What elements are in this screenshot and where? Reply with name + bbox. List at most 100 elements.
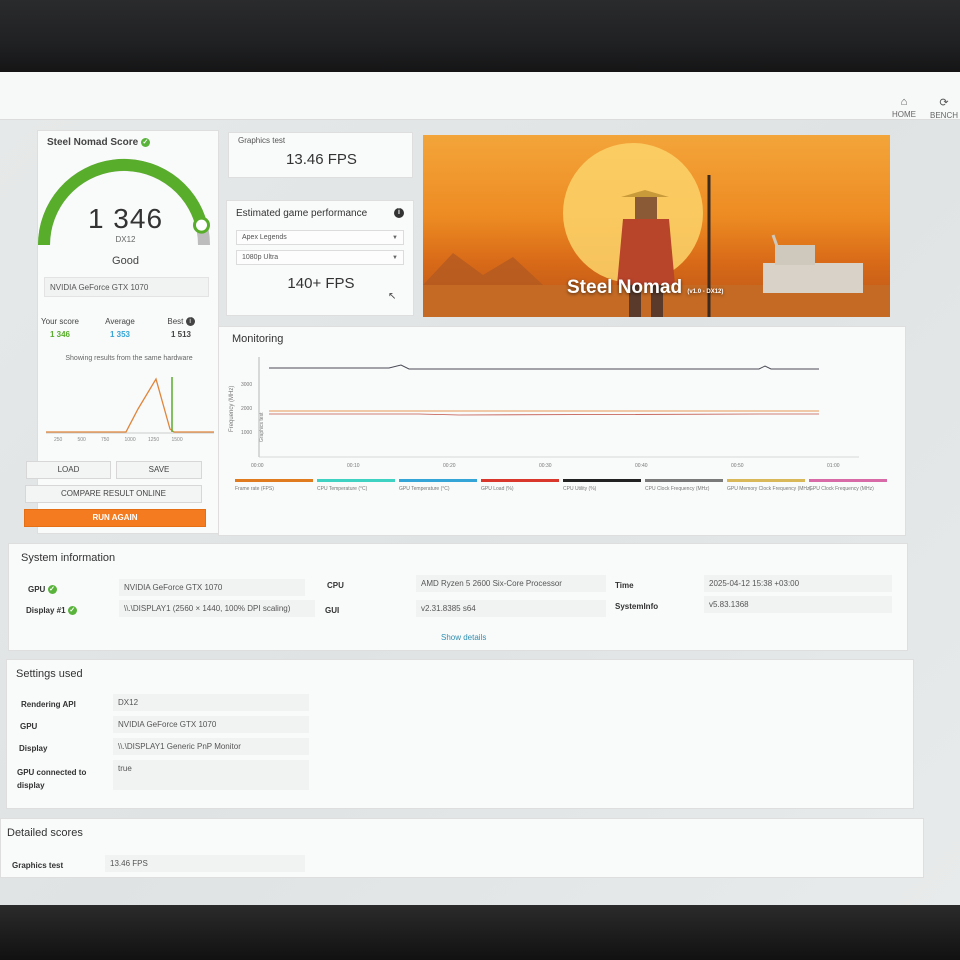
y-axis-sublabel: Graphics test (259, 412, 265, 442)
monitor-bezel-bottom (0, 905, 960, 960)
cpu-label: CPU (327, 581, 344, 590)
benchmarks-icon: ⟳ (939, 97, 949, 109)
hardware-name: NVIDIA GeForce GTX 1070 (44, 277, 209, 297)
x-tick-label: 00:40 (635, 463, 648, 469)
display-label: Display #1 ✓ (26, 606, 77, 616)
same-hardware-note: Showing results from the same hardware (65, 355, 193, 362)
mouse-cursor-icon: ↖ (388, 291, 397, 302)
check-icon: ✓ (67, 606, 77, 616)
benchmark-banner: Steel Nomad (v1.0 - DX12) (423, 135, 890, 317)
top-nav: ⌂ HOME ⟳ BENCH (0, 72, 960, 120)
system-information-card: System information GPU ✓ NVIDIA GeForce … (8, 543, 908, 651)
score-title: Steel Nomad Score ✓ (47, 137, 150, 148)
banner-title: Steel Nomad (v1.0 - DX12) (567, 277, 724, 298)
legend-swatch (481, 479, 559, 482)
x-tick-label: 00:30 (539, 463, 552, 469)
score-value: 1 346 (87, 203, 164, 234)
nav-home[interactable]: ⌂ HOME (892, 96, 916, 119)
legend-label: GPU Temperature (°C) (399, 486, 450, 492)
rendering-api-label: Rendering API (21, 700, 76, 709)
monitoring-chart: Frequency (MHz) Graphics test 3000 2000 10… (229, 357, 887, 492)
compare-online-button[interactable]: COMPARE RESULT ONLINE (25, 485, 202, 503)
systeminfo-label: SystemInfo (615, 602, 659, 611)
gpu-clock-line (269, 413, 819, 416)
detailed-scores-card: Detailed scores Graphics test 13.46 FPS (0, 818, 924, 878)
info-icon[interactable]: i (394, 208, 404, 218)
graphics-test-value: 13.46 FPS (286, 151, 357, 168)
score-card: Steel Nomad Score ✓ 1 346 DX12 Good NVID… (24, 130, 219, 534)
settings-used-card: Settings used Rendering API DX12 GPU NVI… (6, 659, 914, 809)
x-tick-label: 00:10 (347, 463, 360, 469)
show-details-link[interactable]: Show details (441, 633, 486, 642)
estimated-performance-card: Estimated game performance i Apex Legend… (226, 200, 414, 316)
check-icon: ✓ (47, 585, 57, 595)
settings-gpu-label: GPU (20, 722, 38, 731)
dist-tick-label: 500 (78, 437, 87, 443)
dist-tick-label: 1250 (148, 437, 159, 443)
dist-tick-label: 1500 (172, 437, 183, 443)
systeminfo-value: v5.83.1368 (704, 596, 892, 613)
legend-label: CPU Utility (%) (563, 486, 597, 492)
chevron-down-icon: ▼ (392, 255, 398, 261)
legend-swatch (563, 479, 641, 482)
best-score: Best i 1 513 (155, 317, 207, 339)
gui-label: GUI (325, 606, 340, 615)
legend-label: GPU Load (%) (481, 486, 514, 492)
legend-label: CPU Temperature (°C) (317, 486, 368, 492)
legend-swatch (809, 479, 887, 482)
detailed-graphics-label: Graphics test (12, 861, 64, 870)
gui-value: v2.31.8385 s64 (416, 600, 606, 617)
chevron-down-icon: ▼ (392, 235, 398, 241)
gpu-connected-value: true (113, 760, 309, 790)
rendering-api-value: DX12 (113, 694, 309, 711)
y-tick-label: 2000 (241, 406, 252, 412)
y-tick-label: 3000 (241, 382, 252, 388)
score-distribution-chart: 250 500 750 1000 1250 1500 (46, 377, 214, 443)
gpu-label: GPU ✓ (28, 585, 57, 595)
time-label: Time (615, 581, 634, 590)
your-score: Your score 1 346 (41, 317, 79, 339)
graphics-test-label: Graphics test (238, 136, 286, 145)
legend-label: GPU Clock Frequency (MHz) (809, 486, 874, 492)
settings-display-label: Display (19, 744, 48, 753)
legend-swatch (317, 479, 395, 482)
time-value: 2025-04-12 15:38 +03:00 (704, 575, 892, 592)
legend-label: CPU Clock Frequency (MHz) (645, 486, 710, 492)
game-select[interactable]: Apex Legends ▼ (236, 230, 404, 245)
x-tick-label: 00:20 (443, 463, 456, 469)
preset-select[interactable]: 1080p Ultra ▼ (236, 250, 404, 265)
info-icon[interactable]: i (185, 317, 195, 327)
load-button[interactable]: LOAD (26, 461, 111, 479)
score-rating: Good (112, 255, 139, 267)
estimated-fps: 140+ FPS (287, 275, 355, 292)
home-icon: ⌂ (900, 96, 908, 108)
nav-benchmarks[interactable]: ⟳ BENCH (930, 96, 958, 120)
save-button[interactable]: SAVE (116, 461, 202, 479)
system-information-title: System information (21, 552, 116, 564)
legend-label: Frame rate (FPS) (235, 486, 274, 492)
legend-swatch (235, 479, 313, 482)
dist-tick-label: 250 (54, 437, 63, 443)
monitoring-card: Monitoring Frequency (MHz) Graphics test… (218, 326, 906, 536)
run-again-button[interactable]: RUN AGAIN (24, 509, 206, 527)
result-page: Steel Nomad Score ✓ 1 346 DX12 Good NVID… (0, 120, 960, 906)
gpu-value: NVIDIA GeForce GTX 1070 (119, 579, 305, 596)
settings-display-value: \\.\DISPLAY1 Generic PnP Monitor (113, 738, 309, 755)
legend-label: GPU Memory Clock Frequency (MHz) (727, 486, 812, 492)
detailed-scores-title: Detailed scores (7, 827, 83, 839)
monitor-bezel-top (0, 0, 960, 72)
score-api: DX12 (115, 235, 136, 244)
dist-tick-label: 750 (101, 437, 110, 443)
dist-tick-label: 1000 (125, 437, 136, 443)
gpu-connected-label: GPU connected to display (17, 768, 87, 790)
settings-gpu-value: NVIDIA GeForce GTX 1070 (113, 716, 309, 733)
graphics-test-card: Graphics test 13.46 FPS (228, 132, 413, 178)
cpu-clock-line (269, 364, 819, 370)
display-value: \\.\DISPLAY1 (2560 × 1440, 100% DPI scal… (119, 600, 315, 617)
x-tick-label: 01:00 (827, 463, 840, 469)
check-icon: ✓ (140, 137, 150, 147)
estimated-title: Estimated game performance (236, 208, 368, 219)
legend-swatch (727, 479, 805, 482)
cpu-value: AMD Ryzen 5 2600 Six-Core Processor (416, 575, 606, 592)
y-tick-label: 1000 (241, 430, 252, 436)
